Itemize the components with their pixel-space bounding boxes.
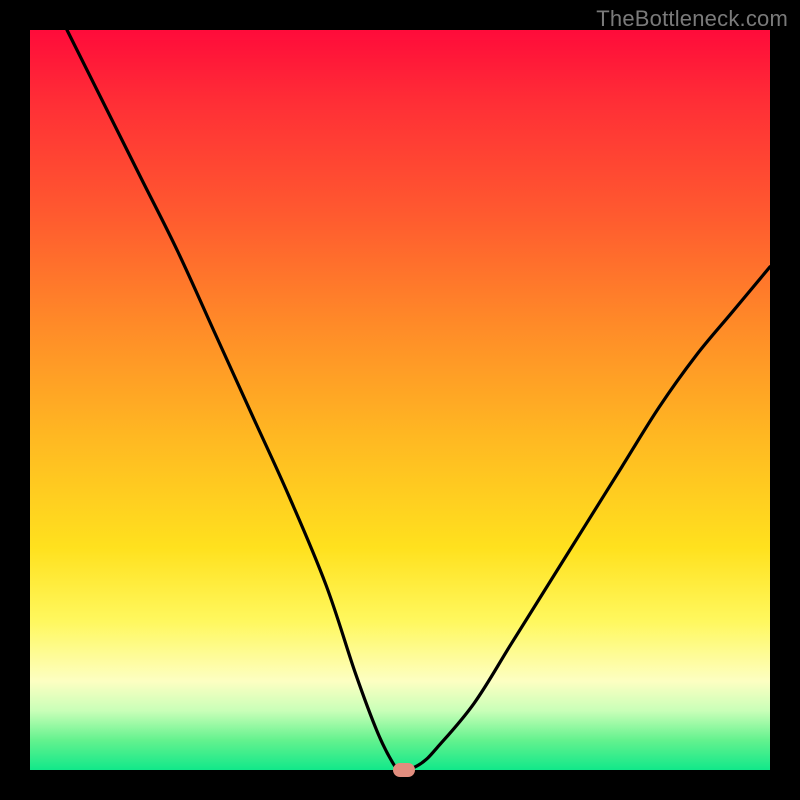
- minimum-marker: [393, 763, 415, 777]
- plot-area: [30, 30, 770, 770]
- chart-frame: TheBottleneck.com: [0, 0, 800, 800]
- bottleneck-curve: [30, 30, 770, 770]
- watermark-text: TheBottleneck.com: [596, 6, 788, 32]
